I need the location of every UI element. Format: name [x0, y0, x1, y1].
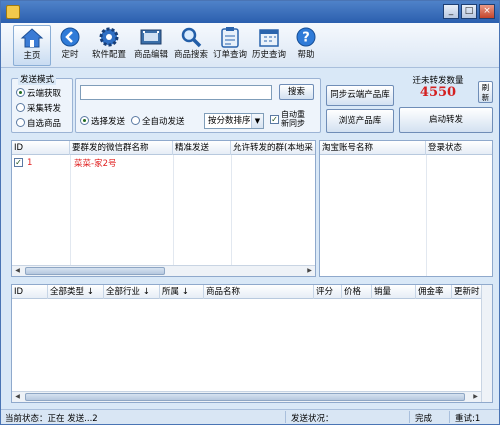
toolbar-product-edit[interactable]: 商品编辑 [132, 25, 170, 66]
calendar-icon [256, 25, 282, 49]
scroll-left-icon[interactable]: ◀ [12, 392, 23, 402]
retry-status: 重试:1 [455, 414, 481, 424]
main-toolbar: 主页 定时 软件配置 商品编辑 商品搜索 订单查询 历史查询 ? 帮助 [1, 23, 499, 68]
app-icon [6, 5, 20, 19]
pending-count: 4550 [419, 85, 457, 100]
chevron-down-icon: ▼ [251, 114, 263, 128]
main-window: _ □ × 主页 定时 软件配置 商品编辑 商品搜索 订单查询 历史查询 ? 帮… [0, 0, 500, 425]
column-header[interactable]: 登录状态 [426, 141, 492, 155]
taobao-account-table: 淘宝账号名称 登录状态 [319, 140, 493, 277]
product-table: ID 全部类型 ↓ 全部行业 ↓ 所属 ↓ 商品名称 评分 价格 销量 佣金率 … [11, 284, 493, 403]
sync-cloud-button[interactable]: 同步云端产品库 [326, 85, 394, 106]
scroll-right-icon[interactable]: ▶ [470, 392, 481, 402]
toolbar-history[interactable]: 历史查询 [250, 25, 288, 66]
send-mode-group: 发送模式 云端获取 采集转发 自选商品 [11, 73, 73, 133]
sort-select[interactable]: 按分数排序 ▼ [204, 113, 264, 129]
column-header[interactable]: 更新时 [452, 285, 482, 299]
svg-text:?: ? [302, 31, 310, 46]
column-header[interactable]: 允许转发的群(本地采 [231, 141, 315, 155]
column-header[interactable]: 评分 [314, 285, 342, 299]
help-icon: ? [293, 25, 319, 49]
horizontal-scrollbar[interactable]: ◀ ▶ [12, 391, 481, 402]
radio-cloud-fetch[interactable]: 云端获取 [16, 85, 61, 100]
start-forward-button[interactable]: 启动转发 [399, 107, 493, 133]
column-header[interactable]: 所属 ↓ [160, 285, 204, 299]
column-header[interactable]: 精准发送 [173, 141, 231, 155]
horizontal-scrollbar[interactable]: ◀ ▶ [12, 265, 315, 276]
current-status: 当前状态：正在 发送...2 [5, 414, 98, 424]
column-header[interactable]: 价格 [342, 285, 372, 299]
checkbox-checked-icon: ✓ [270, 114, 279, 124]
radio-collect-forward[interactable]: 采集转发 [16, 100, 61, 115]
column-header[interactable]: ID [12, 141, 70, 155]
clipboard-icon [217, 25, 243, 49]
vertical-scrollbar[interactable] [481, 285, 492, 402]
wechat-group-table: ID 要群发的微信群名称 精准发送 允许转发的群(本地采 ✓ 1 菜菜-家2号 … [11, 140, 316, 277]
radio-select-send[interactable]: 选择发送 [80, 113, 125, 128]
radio-self-select[interactable]: 自选商品 [16, 115, 61, 130]
title-bar: _ □ × [1, 1, 499, 23]
send-status-label: 发送状况： [291, 414, 334, 424]
auto-resync-checkbox[interactable]: ✓ 自动重 新同步 [270, 110, 305, 128]
search-options-group: 搜索 选择发送 全自动发送 按分数排序 ▼ ✓ 自动重 新同步 [75, 78, 321, 133]
row-checkbox[interactable]: ✓ [14, 158, 23, 167]
column-header[interactable]: 全部行业 ↓ [104, 285, 160, 299]
close-button[interactable]: × [479, 4, 495, 19]
search-button[interactable]: 搜索 [279, 84, 314, 100]
column-header[interactable]: 淘宝账号名称 [320, 141, 426, 155]
radio-auto-send[interactable]: 全自动发送 [131, 113, 185, 128]
column-header[interactable]: 商品名称 [204, 285, 314, 299]
search-input[interactable] [80, 85, 272, 100]
toolbar-timer[interactable]: 定时 [57, 25, 83, 66]
gear-icon [96, 25, 122, 49]
toolbar-product-search[interactable]: 商品搜索 [172, 25, 210, 66]
toolbar-settings[interactable]: 软件配置 [89, 25, 129, 66]
minimize-button[interactable]: _ [443, 4, 459, 19]
browse-products-button[interactable]: 浏览产品库 [326, 109, 394, 133]
table-row[interactable]: ✓ 1 菜菜-家2号 [12, 156, 315, 169]
toolbar-home[interactable]: 主页 [13, 25, 51, 66]
column-header[interactable]: ID [12, 285, 48, 299]
send-mode-title: 发送模式 [18, 73, 57, 85]
column-header[interactable]: 全部类型 ↓ [48, 285, 104, 299]
scroll-right-icon[interactable]: ▶ [304, 266, 315, 276]
maximize-button[interactable]: □ [461, 4, 477, 19]
toolbar-order-query[interactable]: 订单查询 [211, 25, 249, 66]
refresh-button[interactable]: 刷新 [478, 81, 493, 103]
film-edit-icon [138, 25, 164, 49]
scroll-left-icon[interactable]: ◀ [12, 266, 23, 276]
column-header[interactable]: 要群发的微信群名称 [70, 141, 173, 155]
column-header[interactable]: 佣金率 [416, 285, 452, 299]
magnifier-icon [178, 25, 204, 49]
column-header[interactable]: 销量 [372, 285, 416, 299]
toolbar-help[interactable]: ? 帮助 [292, 25, 320, 66]
status-bar: 当前状态：正在 发送...2 发送状况： 完成 重试:1 [1, 409, 499, 424]
clock-back-icon [57, 25, 83, 49]
done-status: 完成 [415, 414, 433, 424]
home-icon [19, 26, 45, 50]
